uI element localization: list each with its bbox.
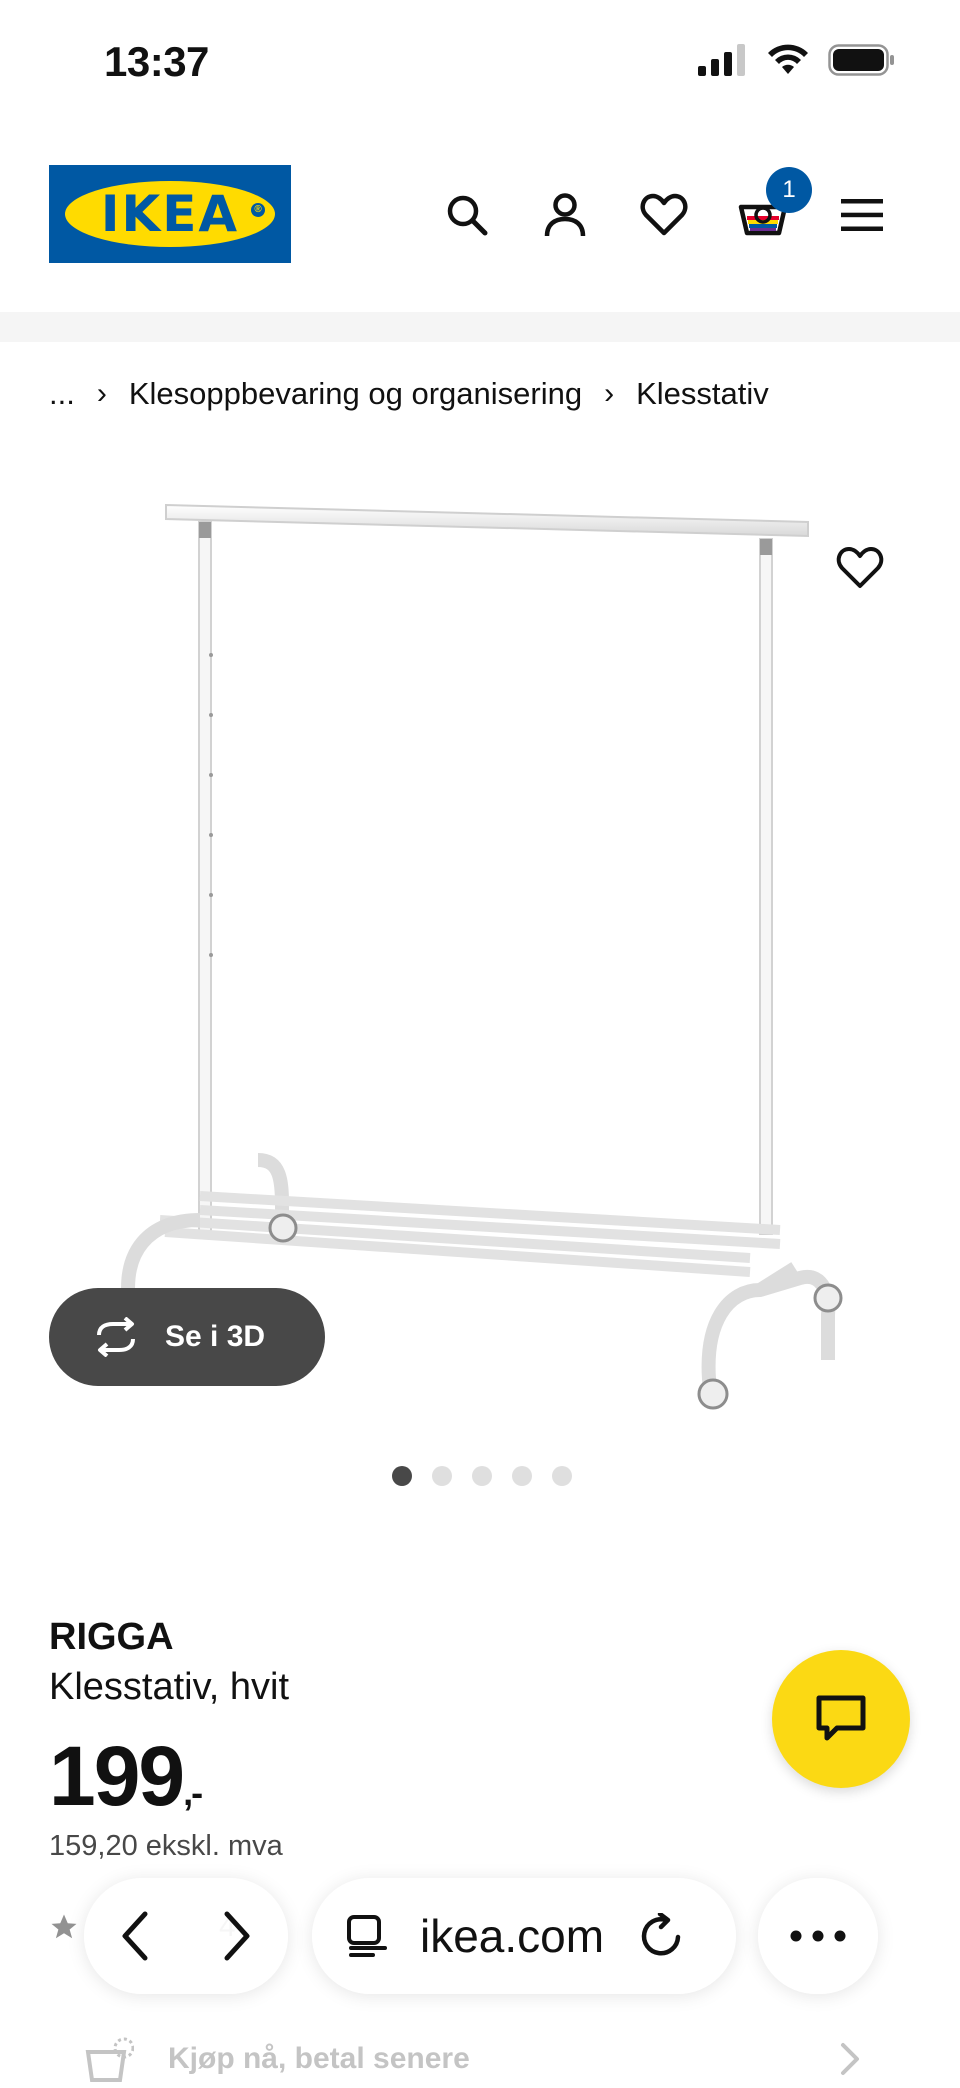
image-carousel-dots [392, 1466, 572, 1486]
cellular-signal-icon [698, 44, 745, 76]
reload-icon[interactable] [638, 1913, 684, 1959]
heart-icon[interactable] [634, 185, 694, 245]
navigation-pill [84, 1878, 288, 1994]
heart-icon [836, 547, 884, 588]
header-divider [0, 312, 960, 342]
status-bar: 13:37 [0, 0, 960, 120]
price-excluding-vat: 159,20 ekskl. mva [49, 1830, 283, 1862]
payment-icon [85, 2037, 134, 2082]
status-time: 13:37 [104, 38, 209, 85]
more-options-button[interactable] [758, 1878, 878, 1994]
add-to-favourites-button[interactable] [836, 546, 888, 598]
view-in-3d-label: Se i 3D [165, 1320, 266, 1353]
more-icon [790, 1930, 846, 1942]
url-text: ikea.com [420, 1910, 605, 1962]
menu-icon[interactable] [832, 185, 892, 245]
status-icons [698, 44, 896, 76]
wifi-icon [768, 44, 808, 74]
product-price: 199,- [49, 1728, 203, 1825]
rotate-3d-icon [97, 1317, 135, 1357]
carousel-dot[interactable] [512, 1466, 532, 1486]
battery-icon [828, 44, 894, 76]
back-icon[interactable] [117, 1910, 153, 1962]
price-value: 199 [49, 1729, 185, 1823]
product-description: Klesstativ, hvit [49, 1666, 290, 1708]
account-icon[interactable] [535, 185, 595, 245]
chat-icon [816, 1695, 866, 1741]
price-suffix: ,- [183, 1772, 203, 1813]
carousel-dot[interactable] [552, 1466, 572, 1486]
forward-icon[interactable] [219, 1910, 255, 1962]
ikea-logo[interactable]: IKEA ® [49, 165, 291, 263]
reader-icon[interactable] [346, 1914, 390, 1958]
chevron-right-icon: › [96, 377, 107, 410]
chevron-right-icon: › [604, 377, 615, 410]
breadcrumb-ellipsis[interactable]: ... [49, 376, 75, 412]
breadcrumb: ... › Klesoppbevaring og organisering › … [49, 372, 769, 416]
carousel-dot[interactable] [392, 1466, 412, 1486]
address-bar[interactable]: ikea.com [312, 1878, 736, 1994]
logo-text: IKEA [100, 185, 240, 243]
buy-now-pay-later-row[interactable]: Kjøp nå, betal senere [0, 2028, 960, 2088]
chevron-right-icon [841, 2043, 859, 2075]
breadcrumb-item-clothes-rack[interactable]: Klesstativ [636, 376, 769, 412]
carousel-dot[interactable] [432, 1466, 452, 1486]
view-in-3d-button[interactable]: Se i 3D [49, 1288, 325, 1386]
site-header: IKEA ® [0, 150, 960, 280]
buy-now-label: Kjøp nå, betal senere [168, 2042, 470, 2075]
chat-button[interactable] [772, 1650, 910, 1788]
cart-count-badge: 1 [766, 167, 812, 213]
browser-toolbar: ikea.com [0, 1866, 960, 1996]
product-name: RIGGA [49, 1616, 174, 1658]
search-icon[interactable] [437, 185, 497, 245]
breadcrumb-item-clothes-storage[interactable]: Klesoppbevaring og organisering [129, 376, 582, 412]
carousel-dot[interactable] [472, 1466, 492, 1486]
